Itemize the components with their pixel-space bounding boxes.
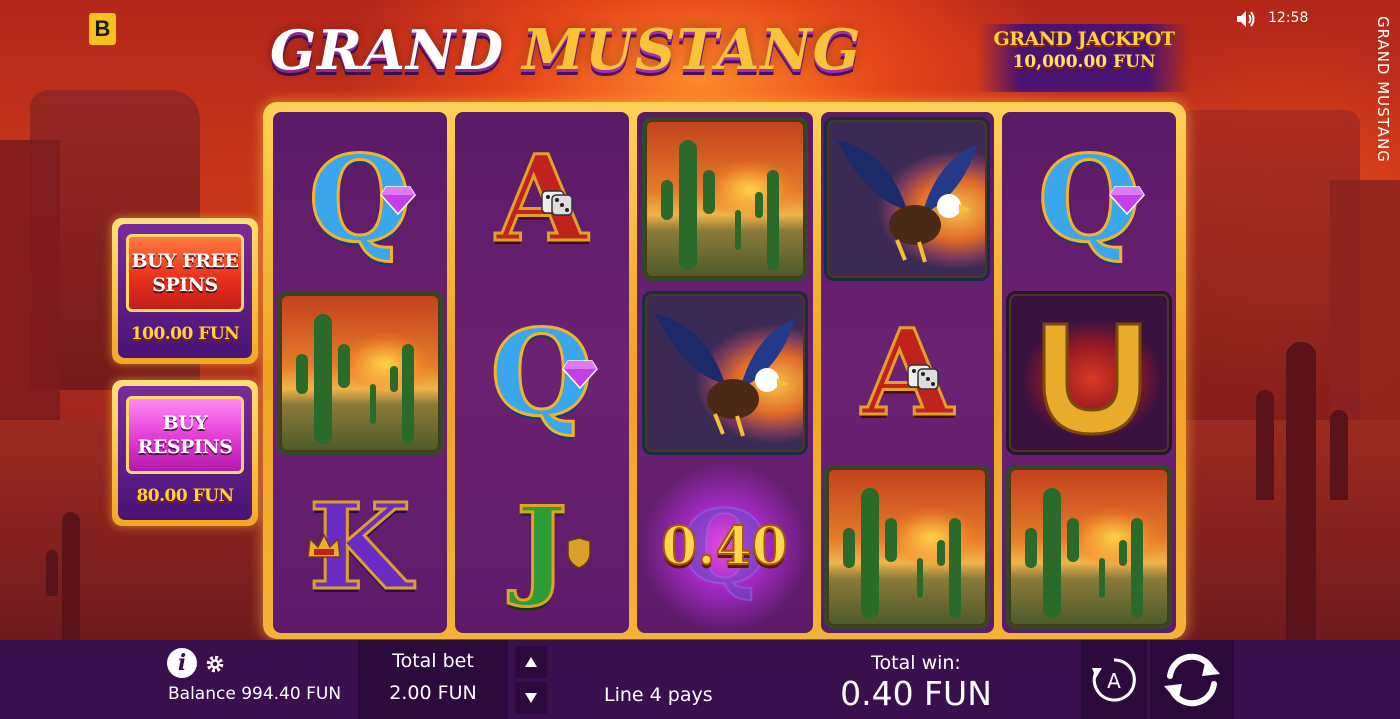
title-mustang: MUSTANG (522, 17, 862, 83)
cactus-icon (1025, 487, 1144, 618)
buy-respins-label-1: BUY (162, 412, 208, 434)
cactus-tile (824, 464, 991, 629)
win-badge-value: 0.40 (660, 515, 789, 578)
mesa-rock (0, 140, 60, 440)
crown-icon (307, 533, 341, 558)
cactus-silhouette (1256, 390, 1274, 500)
symbol-cactus (824, 463, 992, 630)
arrow-down-icon (525, 693, 537, 703)
dice-icon (906, 364, 939, 390)
cactus-tile (276, 290, 443, 455)
spin-refresh-icon (1164, 653, 1220, 706)
autoplay-glyph: A (1107, 669, 1121, 693)
symbol-cactus (1005, 463, 1173, 630)
symbol-q-diamond: Q (1005, 115, 1173, 282)
symbol-k-crown: K (276, 463, 444, 630)
buy-respins-label-2: RESPINS (137, 436, 233, 458)
arrow-up-icon (525, 657, 537, 667)
win-badge: Q 0.40 (639, 461, 810, 632)
buy-free-spins-button[interactable]: BUY FREE SPINS (126, 234, 244, 312)
symbol-a-dice: A (824, 289, 992, 456)
game-title-logo: GRAND MUSTANG (270, 10, 970, 90)
autoplay-button[interactable]: A (1081, 640, 1147, 719)
diamond-icon (1109, 186, 1146, 215)
cactus-silhouette (1330, 410, 1348, 500)
cactus-icon (660, 139, 779, 270)
symbol-eagle (824, 115, 992, 282)
spin-button[interactable] (1150, 640, 1234, 719)
symbol-q-diamond: Q (276, 115, 444, 282)
winning-symbol: Q 0.40 (639, 461, 810, 632)
eagle-icon (837, 139, 978, 263)
total-win-label: Total win: (871, 652, 961, 674)
buy-respins-price: 80.00 FUN (136, 486, 234, 506)
line-pays-message: Line 4 pays (604, 684, 713, 706)
buy-free-spins-price: 100.00 FUN (130, 324, 240, 344)
reel-4: A (820, 112, 995, 633)
total-bet-value: 2.00 FUN (389, 682, 477, 704)
buy-free-spins-label-2: SPINS (152, 274, 218, 296)
eagle-tile (641, 290, 808, 455)
eagle-icon (654, 313, 795, 437)
cactus-icon (843, 487, 962, 618)
cactus-tile (641, 116, 808, 281)
symbol-horseshoe (1005, 289, 1173, 456)
bet-increase-button[interactable] (515, 646, 547, 678)
cactus-icon (295, 313, 414, 444)
symbol-a-dice: A (458, 115, 626, 282)
cactus-silhouette (62, 512, 80, 640)
symbol-cactus (640, 115, 810, 282)
eagle-tile (824, 116, 991, 281)
cactus-silhouette (46, 550, 58, 596)
side-game-title: GRAND MUSTANG (1374, 16, 1392, 163)
total-bet-label: Total bet (392, 650, 474, 672)
jackpot-label: GRAND JACKPOT (993, 28, 1175, 50)
letter-j: J (515, 483, 569, 610)
total-bet-box: Total bet 2.00 FUN (358, 640, 508, 719)
balance-display: Balance 994.40 FUN (168, 684, 342, 704)
brand-logo: B (89, 13, 116, 45)
diamond-icon (561, 360, 598, 389)
buy-respins-button[interactable]: BUY RESPINS (126, 396, 244, 474)
cactus-silhouette (1286, 342, 1316, 640)
title-grand: GRAND (270, 18, 505, 82)
reel-3: Q 0.40 (636, 112, 813, 633)
diamond-icon (380, 186, 416, 215)
buy-free-spins-panel: BUY FREE SPINS 100.00 FUN (112, 218, 258, 364)
reel-frame: Q K A Q J (263, 102, 1186, 639)
reel-1: Q K (273, 112, 447, 633)
reel-5: Q (1002, 112, 1176, 633)
buy-free-spins-label-1: BUY FREE (131, 250, 239, 272)
reel-2: A Q J (454, 112, 629, 633)
symbol-cactus (276, 289, 444, 456)
info-icon[interactable]: i (167, 648, 197, 678)
cactus-tile (1006, 464, 1173, 629)
grand-jackpot-banner: GRAND JACKPOT 10,000.00 FUN (978, 24, 1190, 92)
speaker-icon[interactable] (1235, 9, 1257, 29)
horseshoe-icon (1042, 322, 1142, 436)
symbol-j-shield: J (458, 463, 626, 630)
symbol-q-diamond: Q (458, 289, 626, 456)
jackpot-value: 10,000.00 FUN (1012, 52, 1156, 72)
horseshoe-tile (1006, 290, 1173, 455)
buy-respins-panel: BUY RESPINS 80.00 FUN (112, 380, 258, 526)
symbol-eagle (640, 289, 810, 456)
total-win-value: 0.40 FUN (840, 674, 992, 713)
bottom-control-bar: i Balance 994.40 FUN Total bet 2.00 FUN … (0, 640, 1400, 719)
bet-decrease-button[interactable] (515, 682, 547, 714)
shield-icon (567, 537, 591, 569)
gear-icon[interactable] (204, 653, 226, 675)
clock: 12:58 (1268, 10, 1309, 26)
dice-icon (541, 190, 573, 216)
autoplay-icon: A (1092, 657, 1136, 701)
